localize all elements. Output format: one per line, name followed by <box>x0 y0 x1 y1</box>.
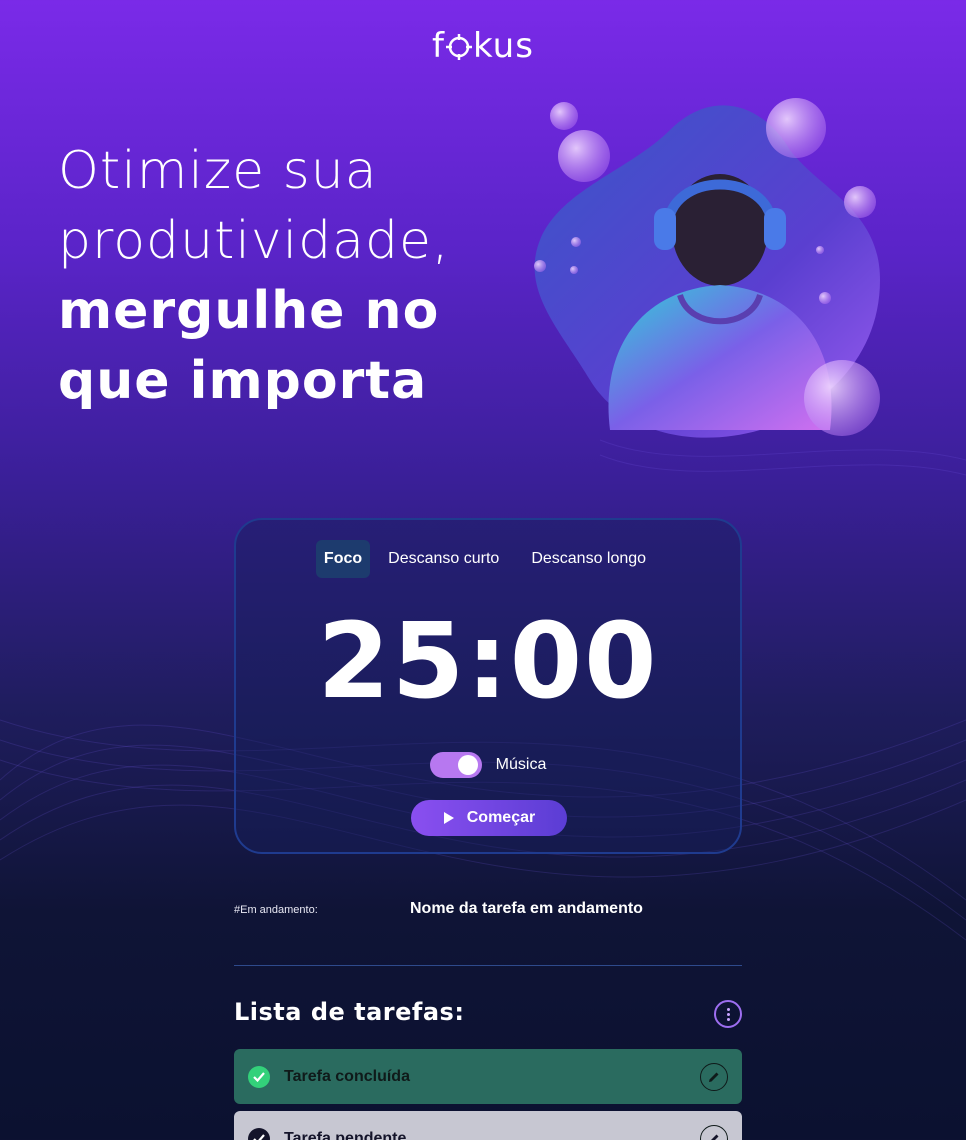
in-progress-label: #Em andamento: <box>234 904 318 916</box>
more-vertical-icon[interactable] <box>714 1000 742 1028</box>
music-toggle-row: Música <box>236 752 740 778</box>
start-button[interactable]: Começar <box>411 800 567 836</box>
timer-tabs: Foco Descanso curto Descanso longo <box>236 540 740 578</box>
check-circle-icon[interactable] <box>248 1127 270 1140</box>
start-label: Começar <box>466 809 536 826</box>
hero-line-3: mergulhe no <box>58 281 440 341</box>
hero-title: Otimize sua produtividade, mergulhe no q… <box>58 136 518 416</box>
logo: f kus <box>0 26 966 66</box>
tab-descanso-curto[interactable]: Descanso curto <box>374 540 513 578</box>
music-label: Música <box>495 756 547 773</box>
divider <box>234 965 742 966</box>
hero-line-1: Otimize sua <box>58 141 378 201</box>
tab-foco[interactable]: Foco <box>315 540 371 578</box>
logo-text: f <box>432 26 446 66</box>
hero-line-2: produtividade, <box>58 211 450 271</box>
timer-card: Foco Descanso curto Descanso longo 25:00… <box>234 518 742 854</box>
toggle-knob <box>457 755 478 775</box>
hero-line-4: que importa <box>58 351 428 411</box>
check-circle-icon[interactable] <box>248 1065 270 1088</box>
task-item-pending[interactable]: Tarefa pendente <box>234 1111 742 1140</box>
play-icon <box>443 812 454 824</box>
timer-display: 25:00 <box>317 600 659 722</box>
hero-illustration <box>534 98 880 438</box>
music-toggle[interactable] <box>429 752 482 778</box>
logo-text-rest: kus <box>473 26 534 66</box>
task-item-done[interactable]: Tarefa concluída <box>234 1049 742 1104</box>
edit-icon[interactable] <box>700 1124 728 1140</box>
task-label: Tarefa concluída <box>284 1067 410 1085</box>
task-list-title: Lista de tarefas: <box>234 998 465 1026</box>
tab-descanso-longo[interactable]: Descanso longo <box>517 540 660 578</box>
target-icon <box>446 34 473 60</box>
in-progress-task: Nome da tarefa em andamento <box>410 900 643 917</box>
task-label: Tarefa pendente <box>284 1129 407 1140</box>
edit-icon[interactable] <box>700 1062 728 1091</box>
